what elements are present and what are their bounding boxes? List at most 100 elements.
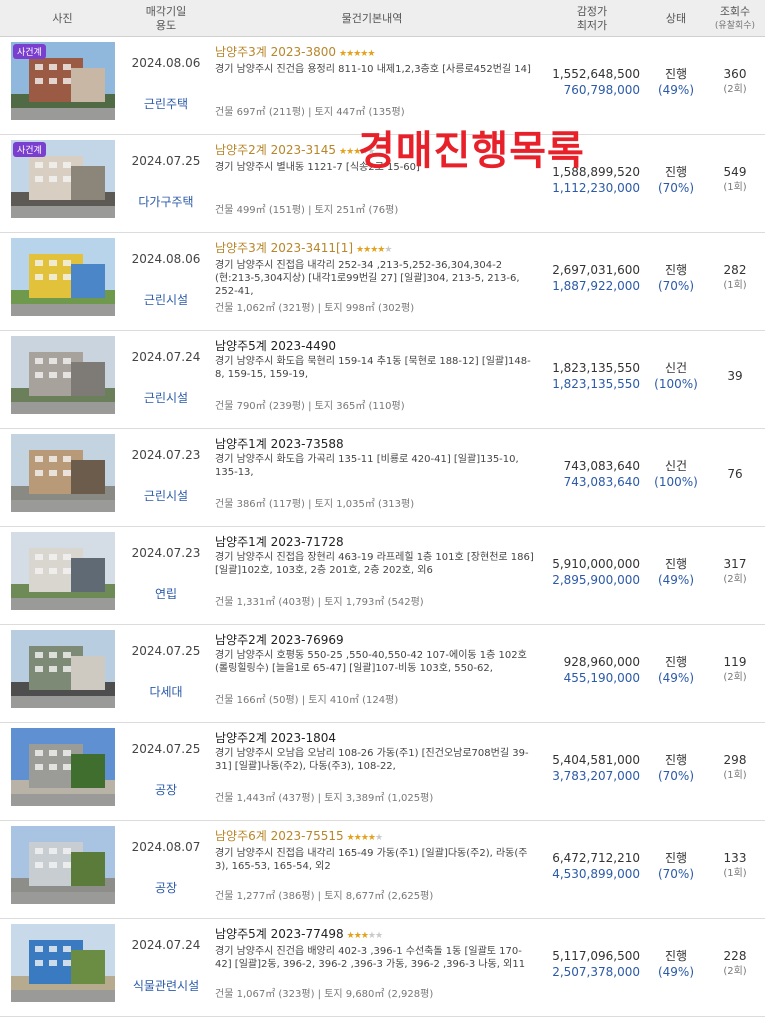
table-row[interactable]: 2024.07.23 근린시설 남양주1계 2023-73588 경기 남양주시 화도…: [0, 429, 765, 527]
rating-stars-icon: ★★★★★: [356, 245, 392, 255]
status-label: 진행: [664, 165, 688, 179]
rating-stars-icon: ★★★★★: [339, 49, 375, 59]
table-row[interactable]: 2024.07.25 공장 남양주2계 2023-1804 경기 남양주시 오남읍 오…: [0, 723, 765, 821]
status-block: 진행 (70%): [647, 164, 705, 196]
status-label: 진행: [664, 655, 688, 669]
minimum-price: 2,895,900,000: [552, 573, 640, 587]
minimum-price: 3,783,207,000: [552, 769, 640, 783]
property-usage: 근린시설: [143, 489, 189, 503]
property-photo[interactable]: [11, 434, 115, 512]
price-block: 6,472,712,210 4,530,899,000: [537, 850, 640, 882]
property-photo[interactable]: [11, 924, 115, 1002]
case-number-link[interactable]: 남양주1계 2023-73588: [215, 437, 537, 452]
status-label: 신건: [664, 361, 688, 375]
case-info: 남양주5계 2023-77498 ★★★★★ 경기 남양주시 진건읍 배양리 402…: [215, 927, 537, 971]
table-row[interactable]: 2024.08.07 공장 남양주6계 2023-75515 ★★★★★ 경기 남양주시…: [0, 821, 765, 919]
property-photo[interactable]: [11, 728, 115, 806]
status-label: 진행: [664, 557, 688, 571]
case-number-link[interactable]: 남양주1계 2023-71728: [215, 535, 537, 550]
case-number-link[interactable]: 남양주5계 2023-77498 ★★★★★: [215, 927, 537, 944]
minimum-price: 2,507,378,000: [552, 965, 640, 979]
rating-stars-icon: ★★★★★: [346, 931, 383, 941]
case-number-link[interactable]: 남양주6계 2023-75515 ★★★★★: [215, 829, 537, 846]
property-usage: 다세대: [149, 685, 183, 699]
case-number: 남양주6계 2023-75515: [215, 829, 344, 843]
case-number: 남양주2계 2023-1804: [215, 731, 337, 745]
view-count: 228: [723, 949, 747, 963]
table-row[interactable]: 2024.07.23 연립 남양주1계 2023-71728 경기 남양주시 진접읍 …: [0, 527, 765, 625]
case-number-link[interactable]: 남양주2계 2023-76969: [215, 633, 537, 648]
header-status[interactable]: 상태: [647, 0, 705, 37]
table-row[interactable]: 2024.07.24 식물관련시설 남양주5계 2023-77498 ★★★★★ 경기 …: [0, 919, 765, 1017]
table-row[interactable]: 2024.07.24 근린시설 남양주5계 2023-4490 경기 남양주시 화도읍…: [0, 331, 765, 429]
view-count: 39: [727, 369, 743, 383]
case-info: 남양주1계 2023-73588 경기 남양주시 화도읍 가곡리 135-11 […: [215, 437, 537, 479]
property-photo[interactable]: [11, 336, 115, 414]
views-block: 39: [705, 368, 765, 384]
table-row[interactable]: 2024.07.25 다세대 남양주2계 2023-76969 경기 남양주시 호평동…: [0, 625, 765, 723]
property-photo[interactable]: [11, 238, 115, 316]
failed-bid-count: (1회): [723, 868, 747, 879]
rating-stars-icon: ★★★★★: [346, 833, 383, 843]
case-info: 남양주3계 2023-3411[1] ★★★★★ 경기 남양주시 진접읍 내각리 2…: [215, 241, 537, 298]
header-price[interactable]: 감정가 최저가: [537, 0, 647, 37]
status-percent: (49%): [657, 671, 695, 685]
table-row[interactable]: 2024.08.06 근린시설 남양주3계 2023-3411[1] ★★★★★ 경기 …: [0, 233, 765, 331]
views-block: 317 (2회): [705, 556, 765, 588]
building-land-area: 건물 1,062㎡ (321평) | 토지 998㎡ (302평): [215, 303, 415, 314]
failed-bid-count: (1회): [723, 280, 747, 291]
failed-bid-count: (2회): [723, 574, 747, 585]
status-percent: (70%): [657, 279, 695, 293]
failed-bid-count: (2회): [723, 84, 747, 95]
minimum-price: 743,083,640: [563, 475, 640, 489]
building-land-area: 건물 1,067㎡ (323평) | 토지 9,680㎡ (2,928평): [215, 989, 434, 1000]
status-block: 진행 (49%): [647, 66, 705, 98]
header-info: 물건기본내역: [341, 11, 403, 25]
property-address: 경기 남양주시 화도읍 가곡리 135-11 [비룡로 420-41] [일괄]…: [215, 454, 519, 478]
sale-date: 2024.08.06: [131, 56, 201, 70]
property-photo[interactable]: [11, 532, 115, 610]
case-info: 남양주6계 2023-75515 ★★★★★ 경기 남양주시 진접읍 내각리 165…: [215, 829, 537, 873]
status-percent: (49%): [657, 965, 695, 979]
case-number-link[interactable]: 남양주3계 2023-3800 ★★★★★: [215, 45, 537, 62]
header-views[interactable]: 조회수 (유찰회수): [705, 0, 765, 37]
minimum-price: 4,530,899,000: [552, 867, 640, 881]
property-usage: 식물관련시설: [132, 979, 200, 993]
case-number-link[interactable]: 남양주2계 2023-1804: [215, 731, 537, 746]
sale-date: 2024.07.24: [131, 938, 201, 952]
property-address: 경기 남양주시 진접읍 내각리 165-49 가동(주1) [일괄]다동(주2)…: [215, 848, 528, 872]
property-photo[interactable]: 사건계: [11, 140, 115, 218]
property-address: 경기 남양주시 진접읍 장현리 463-19 라프레힐 1층 101호 [장현천…: [215, 552, 534, 576]
view-count: 133: [723, 851, 747, 865]
price-block: 1,823,135,550 1,823,135,550: [537, 360, 640, 392]
building-land-area: 건물 499㎡ (151평) | 토지 251㎡ (76평): [215, 205, 399, 216]
status-percent: (100%): [654, 475, 698, 489]
appraisal-price: 928,960,000: [563, 655, 640, 669]
case-number-link[interactable]: 남양주3계 2023-3411[1] ★★★★★: [215, 241, 537, 258]
case-info: 남양주5계 2023-4490 경기 남양주시 화도읍 묵현리 159-14 추1…: [215, 339, 537, 381]
failed-bid-count: (1회): [723, 770, 747, 781]
header-date-usage[interactable]: 매각기일 용도: [125, 0, 207, 37]
status-percent: (100%): [654, 377, 698, 391]
views-block: 282 (1회): [705, 262, 765, 294]
status-block: 진행 (49%): [647, 556, 705, 588]
visit-badge: 사건계: [13, 142, 46, 157]
appraisal-price: 743,083,640: [563, 459, 640, 473]
header-photo: 사진: [52, 11, 73, 25]
case-number-link[interactable]: 남양주5계 2023-4490: [215, 339, 537, 354]
property-photo[interactable]: [11, 630, 115, 708]
property-photo[interactable]: 사건계: [11, 42, 115, 120]
views-block: 549 (1회): [705, 164, 765, 196]
status-block: 진행 (49%): [647, 948, 705, 980]
view-count: 119: [723, 655, 747, 669]
view-count: 282: [723, 263, 747, 277]
building-land-area: 건물 790㎡ (239평) | 토지 365㎡ (110평): [215, 401, 405, 412]
minimum-price: 1,887,922,000: [552, 279, 640, 293]
sale-date: 2024.07.23: [131, 546, 201, 560]
case-number: 남양주5계 2023-77498: [215, 927, 344, 941]
views-block: 298 (1회): [705, 752, 765, 784]
status-block: 신건 (100%): [647, 360, 705, 392]
property-photo[interactable]: [11, 826, 115, 904]
views-block: 119 (2회): [705, 654, 765, 686]
building-land-area: 건물 1,331㎡ (403평) | 토지 1,793㎡ (542평): [215, 597, 424, 608]
